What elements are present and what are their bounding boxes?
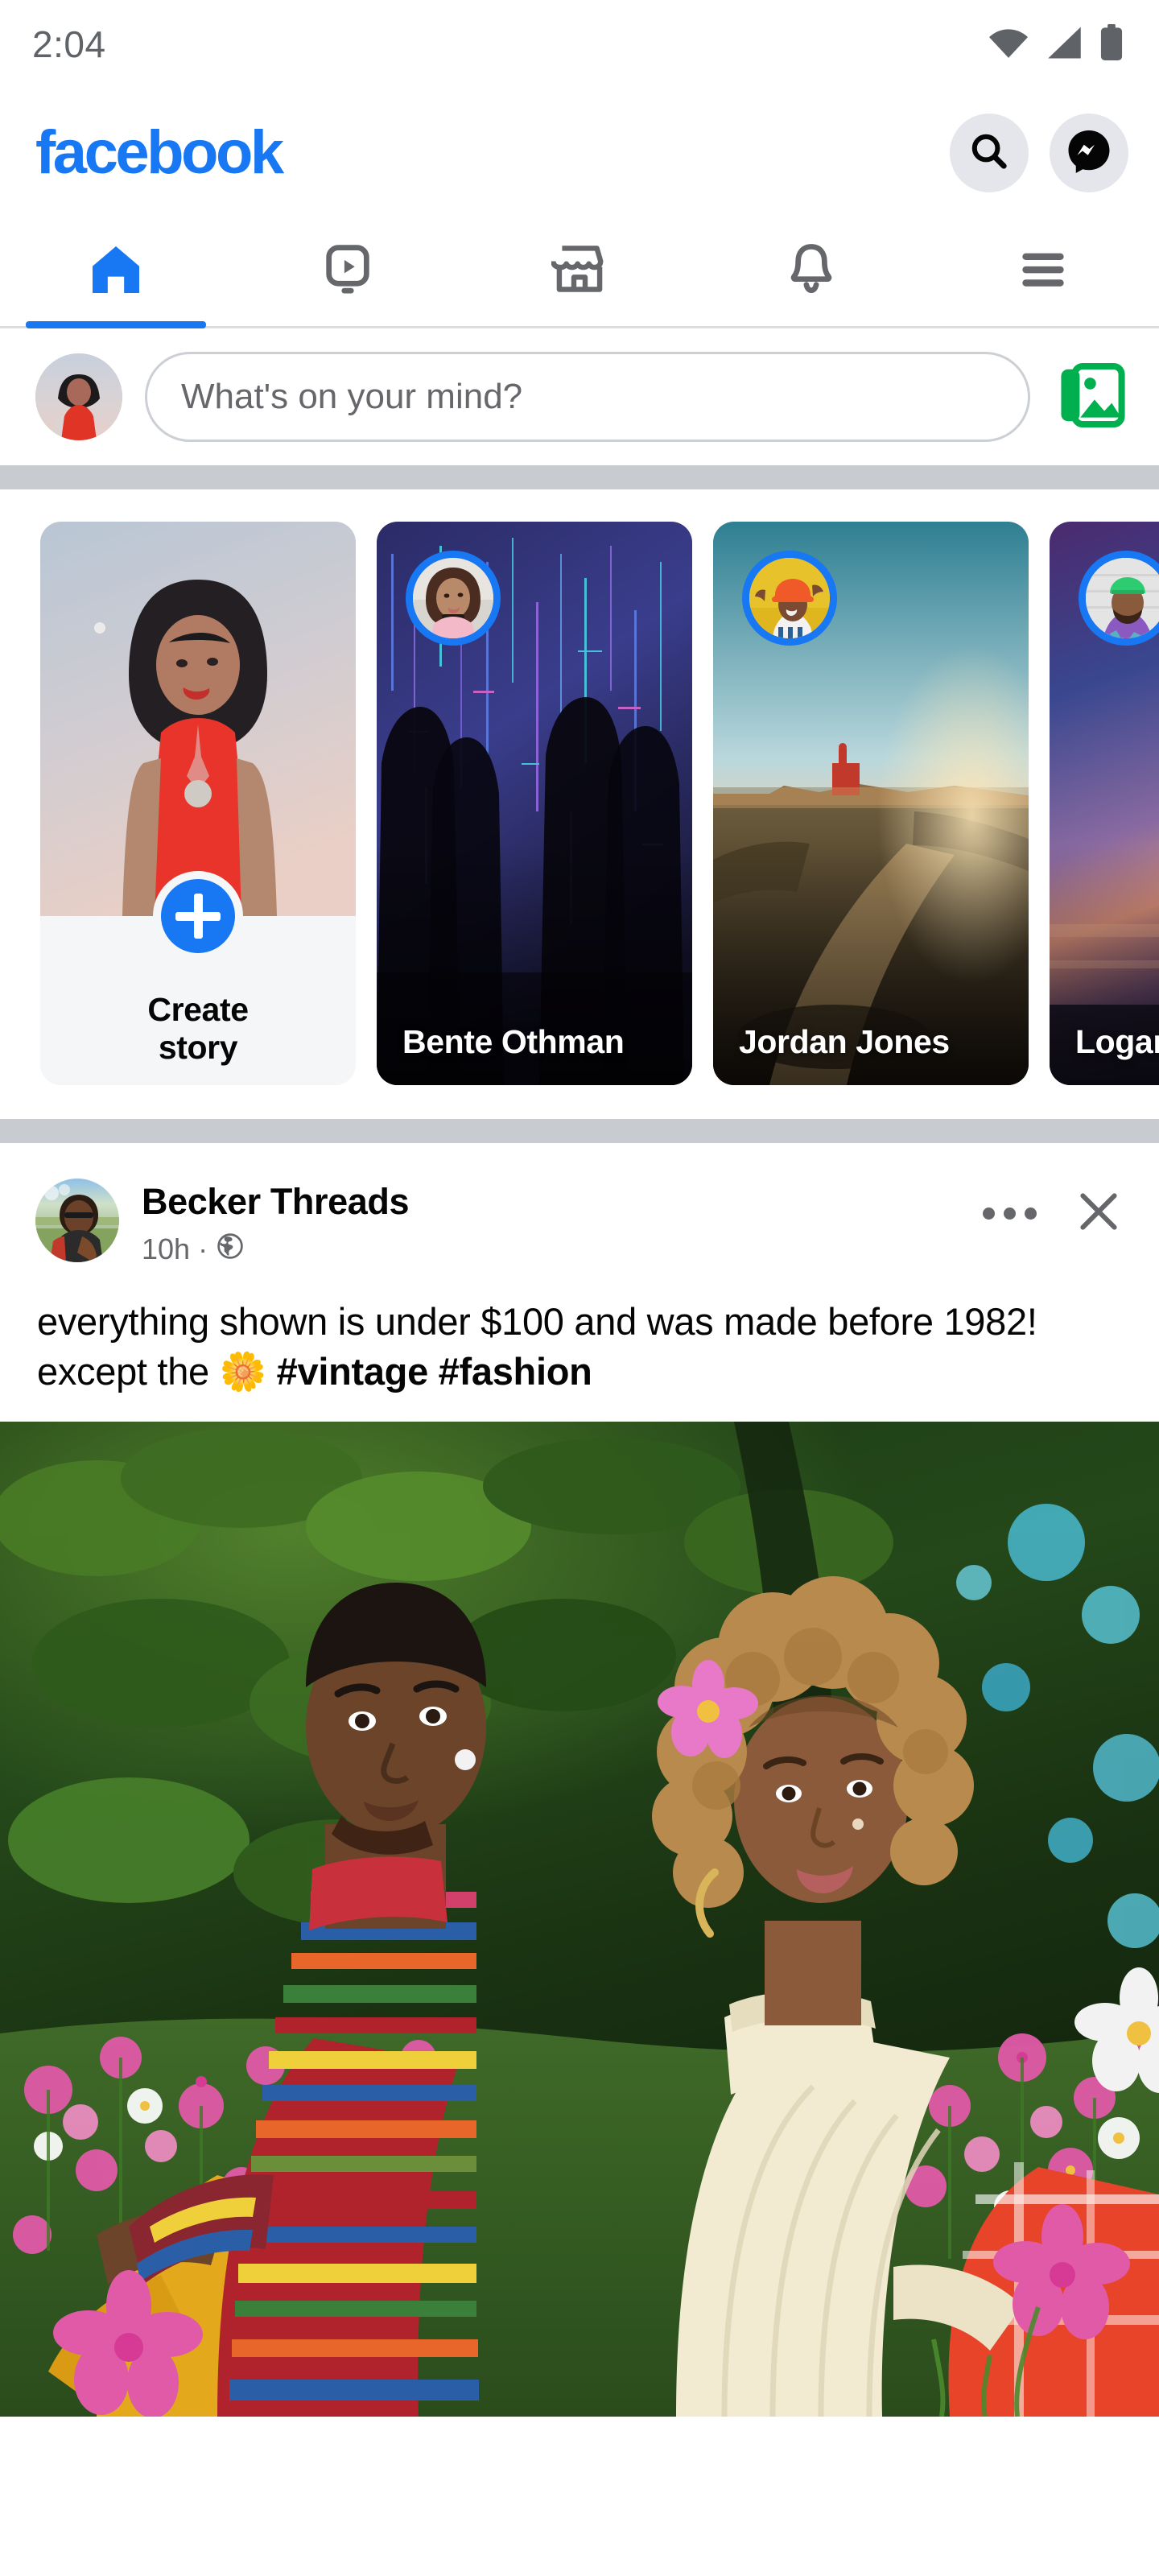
story-card-friend[interactable]: Logan Wilson [1050,522,1159,1085]
story-card-friend[interactable]: Jordan Jones [713,522,1029,1085]
composer-user-avatar[interactable] [35,353,122,440]
bell-icon [783,242,839,302]
post-photo[interactable] [0,1422,1159,2417]
tab-marketplace[interactable] [464,217,695,326]
post-header-text: Becker Threads 10h · [142,1179,960,1268]
feed-post: Becker Threads 10h · everything shown is… [0,1143,1159,2417]
create-story-label-line2: story [158,1029,238,1067]
search-icon [968,130,1010,176]
status-bar-icons [987,23,1124,65]
post-header: Becker Threads 10h · [0,1143,1159,1268]
status-bar: 2:04 [0,0,1159,89]
section-divider-feed [0,1119,1159,1143]
search-button[interactable] [950,114,1029,192]
post-author-name[interactable]: Becker Threads [142,1182,960,1222]
home-icon [86,240,146,303]
post-hashtags[interactable]: #vintage #fashion [277,1350,592,1393]
dot [1025,1208,1037,1220]
story-card-create[interactable]: Create story [40,522,356,1085]
post-meta: 10h · [142,1232,960,1268]
header-actions [950,114,1128,192]
facebook-mobile-screen: 2:04 facebook What's on your mind? Creat… [0,0,1159,2576]
main-tab-bar [0,217,1159,328]
post-timestamp: 10h [142,1232,191,1265]
flower-emoji: 🌼 [219,1350,267,1393]
photo-gallery-icon [1054,358,1128,436]
status-bar-time: 2:04 [32,23,106,65]
stories-row[interactable]: Create story Bente Othman Jordan Jones L… [0,522,1159,1085]
wifi-icon [987,27,1030,63]
story-avatar[interactable] [406,551,501,646]
tab-notifications[interactable] [695,217,927,326]
composer-placeholder: What's on your mind? [181,377,523,416]
dot [983,1208,995,1220]
tab-home[interactable] [0,217,232,328]
post-meta-separator: · [198,1232,208,1265]
story-name: Logan Wilson [1075,1023,1159,1061]
create-story-footer: Create story [40,871,356,1085]
couple-in-flower-field-photo [0,1422,1159,2417]
dot [1004,1208,1016,1220]
composer-photo-button[interactable] [1053,358,1130,436]
tab-menu[interactable] [927,217,1159,326]
hamburger-menu-icon [1015,242,1071,302]
close-icon[interactable] [1074,1187,1124,1241]
composer-input[interactable]: What's on your mind? [145,352,1030,442]
active-tab-indicator [26,321,206,328]
tab-video[interactable] [232,217,464,326]
post-composer-row: What's on your mind? [0,328,1159,465]
battery-icon [1099,23,1124,65]
post-actions [983,1179,1124,1241]
cellular-signal-icon [1045,26,1085,64]
video-icon [320,242,376,302]
story-card-friend[interactable]: Bente Othman [377,522,692,1085]
create-story-label-line1: Create [147,990,249,1028]
stories-tray: Create story Bente Othman Jordan Jones L… [0,489,1159,1119]
story-name: Jordan Jones [739,1023,950,1061]
post-text: everything shown is under $100 and was m… [0,1268,1159,1422]
create-story-background-photo [40,522,356,916]
more-options-icon[interactable] [983,1208,1037,1220]
messenger-icon [1065,127,1113,180]
post-author-avatar[interactable] [35,1179,119,1262]
globe-icon [216,1232,245,1268]
create-story-label: Create story [147,990,249,1067]
story-avatar[interactable] [742,551,837,646]
messenger-button[interactable] [1050,114,1128,192]
marketplace-icon [551,242,608,302]
section-divider-top [0,465,1159,489]
story-name: Bente Othman [402,1023,625,1061]
create-story-plus-icon[interactable] [153,871,243,961]
app-header: facebook [0,89,1159,217]
facebook-logo[interactable]: facebook [35,122,284,184]
